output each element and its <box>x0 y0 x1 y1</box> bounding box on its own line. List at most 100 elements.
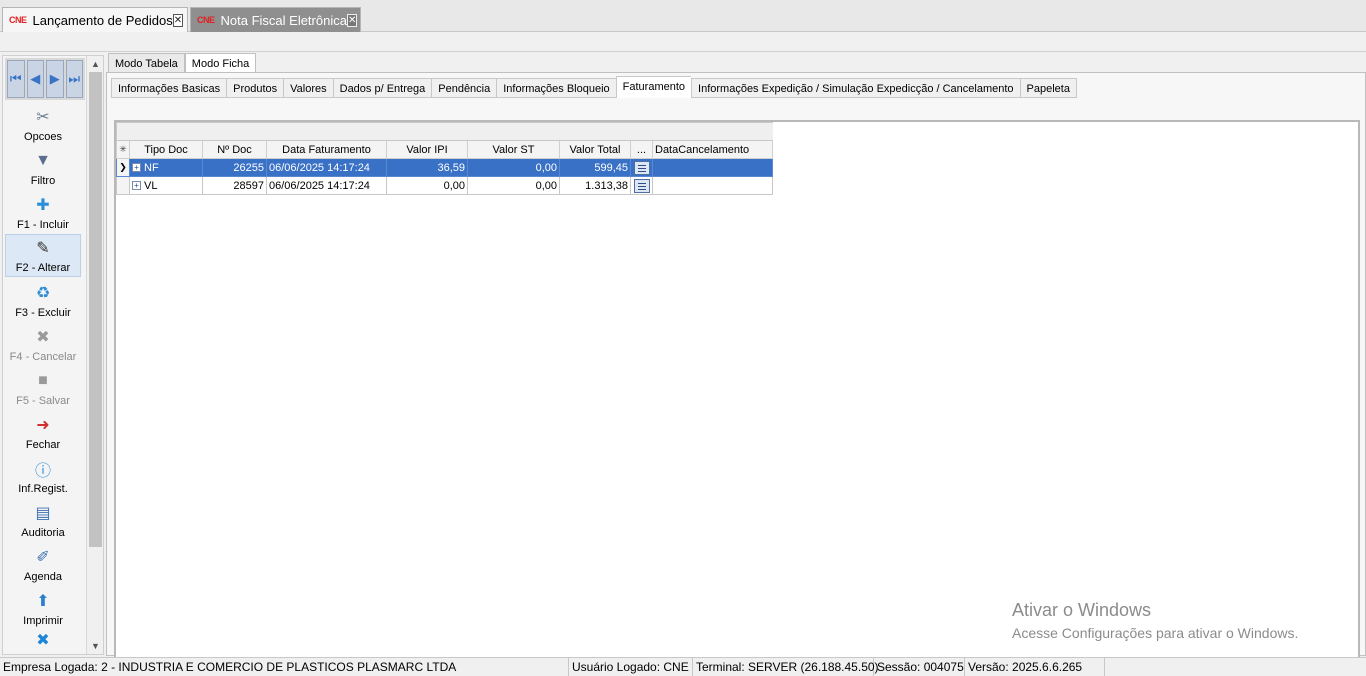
doc-tab-nota-fiscal[interactable]: CNE Nota Fiscal Eletrônica ✕ <box>190 7 361 32</box>
funnel-icon: ▼ <box>35 152 51 169</box>
cell-num-doc[interactable]: 28597 <box>202 176 267 195</box>
windows-activation-watermark: Ativar o Windows Acesse Configurações pa… <box>1012 600 1298 641</box>
cell-valor-ipi[interactable]: 0,00 <box>386 176 468 195</box>
cell-valor-st[interactable]: 0,00 <box>467 176 560 195</box>
table-row[interactable]: ❯ + NF 26255 06/06/2025 14:17:24 36,59 0,… <box>116 158 773 177</box>
salvar-button[interactable]: ■ F5 - Salvar <box>5 366 81 409</box>
cell-valor-total[interactable]: 1.313,38 <box>559 176 631 195</box>
scroll-down-icon[interactable]: ▼ <box>87 638 104 654</box>
group-by-bar[interactable] <box>116 122 773 141</box>
tab-informacoes-expedicao[interactable]: Informações Expedição / Simulação Expedi… <box>691 78 1020 98</box>
cancelar-button[interactable]: ✖ F4 - Cancelar <box>5 322 81 365</box>
mode-tabs: Modo Tabela Modo Ficha <box>108 53 257 73</box>
row-indicator <box>116 176 130 195</box>
next-record-icon[interactable]: ▶ <box>46 60 64 98</box>
cell-valor-total[interactable]: 599,45 <box>559 158 631 177</box>
tab-produtos[interactable]: Produtos <box>226 78 284 98</box>
document-view-icon[interactable] <box>633 178 650 193</box>
cell-data-cancelamento[interactable] <box>652 158 773 177</box>
auditoria-button[interactable]: ▤ Auditoria <box>5 498 81 541</box>
close-icon[interactable]: ✕ <box>346 13 358 27</box>
agenda-button[interactable]: ✐ Agenda <box>5 542 81 585</box>
table-row[interactable]: + VL 28597 06/06/2025 14:17:24 0,00 0,00 … <box>116 176 773 195</box>
exit-icon: ➜ <box>36 417 50 434</box>
expand-icon[interactable]: + <box>132 181 141 191</box>
more-button[interactable]: ✖ <box>5 630 81 654</box>
opcoes-button[interactable]: ✂ Opcoes <box>5 102 81 145</box>
scroll-up-icon[interactable]: ▲ <box>87 56 104 72</box>
cell-data-faturamento[interactable]: 06/06/2025 14:17:24 <box>266 158 387 177</box>
col-header-data-faturamento[interactable]: Data Faturamento <box>266 140 387 159</box>
sub-tabs: Informações Basicas Produtos Valores Dad… <box>111 76 1077 98</box>
info-icon: ⓘ <box>34 463 51 480</box>
tab-valores[interactable]: Valores <box>283 78 333 98</box>
print-icon: ⬆ <box>36 593 50 610</box>
cell-tipo-doc[interactable]: + VL <box>129 176 203 195</box>
status-usuario: Usuário Logado: CNE <box>569 658 693 676</box>
cell-valor-ipi[interactable]: 36,59 <box>386 158 468 177</box>
sidebar-item-label: F1 - Incluir <box>17 219 69 231</box>
cell-data-faturamento[interactable]: 06/06/2025 14:17:24 <box>266 176 387 195</box>
tab-modo-ficha[interactable]: Modo Ficha <box>184 53 257 73</box>
close-icon[interactable]: ✕ <box>172 13 184 27</box>
cell-num-doc[interactable]: 26255 <box>202 158 267 177</box>
incluir-button[interactable]: ✚ F1 - Incluir <box>5 190 81 233</box>
filtro-button[interactable]: ▼ Filtro <box>5 146 81 189</box>
sidebar-item-label: F5 - Salvar <box>16 395 70 407</box>
cne-logo-icon: CNE <box>197 15 215 25</box>
inf-regist-button[interactable]: ⓘ Inf.Regist. <box>5 454 81 497</box>
grid-header-row: ✳ Tipo Doc Nº Doc Data Faturamento Valor… <box>116 140 773 159</box>
previous-record-icon[interactable]: ◀ <box>26 60 44 98</box>
sidebar-item-label: Auditoria <box>21 527 65 539</box>
col-header-data-cancelamento[interactable]: DataCancelamento <box>652 140 773 159</box>
record-navigator: ⏮ ◀ ▶ ⏭ <box>5 58 85 100</box>
cell-actions[interactable] <box>630 176 653 195</box>
last-record-icon[interactable]: ⏭ <box>65 60 83 98</box>
sidebar-item-label: Filtro <box>30 175 56 187</box>
status-bar: Empresa Logada: 2 - INDUSTRIA E COMERCIO… <box>0 657 1366 676</box>
tools-icon: ✂ <box>36 109 50 126</box>
cell-actions[interactable] <box>630 158 653 177</box>
tab-modo-tabela[interactable]: Modo Tabela <box>108 53 185 73</box>
status-versao: Versão: 2025.6.6.265 <box>965 658 1105 676</box>
doc-tab-lancamento-pedidos[interactable]: CNE Lançamento de Pedidos ✕ <box>2 7 188 32</box>
sidebar-item-label: Opcoes <box>24 131 62 143</box>
doc-tab-label: Lançamento de Pedidos <box>32 12 173 28</box>
tab-faturamento[interactable]: Faturamento <box>615 76 692 98</box>
faturamento-grid-frame: ✳ Tipo Doc Nº Doc Data Faturamento Valor… <box>114 120 1360 668</box>
cell-valor-st[interactable]: 0,00 <box>467 158 560 177</box>
col-header-tipo-doc[interactable]: Tipo Doc <box>129 140 203 159</box>
tab-informacoes-bloqueio[interactable]: Informações Bloqueio <box>496 78 616 98</box>
tab-pendencia[interactable]: Pendência <box>431 78 497 98</box>
cne-logo-icon: CNE <box>9 15 27 25</box>
col-header-valor-st[interactable]: Valor ST <box>467 140 560 159</box>
main-area: Modo Tabela Modo Ficha Informações Basic… <box>106 53 1366 668</box>
cell-data-cancelamento[interactable] <box>652 176 773 195</box>
cell-text: NF <box>144 161 159 174</box>
watermark-subtitle: Acesse Configurações para ativar o Windo… <box>1012 625 1299 641</box>
col-header-actions[interactable]: ... <box>630 140 653 159</box>
cell-tipo-doc[interactable]: + NF <box>129 158 203 177</box>
document-tabs: CNE Lançamento de Pedidos ✕ CNE Nota Fis… <box>0 0 1366 32</box>
sidebar-item-label: Inf.Regist. <box>18 483 68 495</box>
sidebar-scrollbar[interactable]: ▲ ▼ <box>86 56 103 654</box>
x-icon: ✖ <box>36 329 50 346</box>
recycle-bin-icon: ♻ <box>35 285 51 302</box>
col-header-num-doc[interactable]: Nº Doc <box>202 140 267 159</box>
grid-indicator-icon[interactable]: ✳ <box>116 140 130 159</box>
alterar-button[interactable]: ✎ F2 - Alterar <box>5 234 81 277</box>
expand-icon[interactable]: + <box>132 163 141 173</box>
excluir-button[interactable]: ♻ F3 - Excluir <box>5 278 81 321</box>
fechar-button[interactable]: ➜ Fechar <box>5 410 81 453</box>
first-record-icon[interactable]: ⏮ <box>7 60 25 98</box>
col-header-valor-total[interactable]: Valor Total <box>559 140 631 159</box>
faturamento-grid: ✳ Tipo Doc Nº Doc Data Faturamento Valor… <box>116 122 773 195</box>
imprimir-button[interactable]: ⬆ Imprimir <box>5 586 81 629</box>
tab-papeleta[interactable]: Papeleta <box>1019 78 1077 98</box>
tab-informacoes-basicas[interactable]: Informações Basicas <box>111 78 227 98</box>
tab-dados-entrega[interactable]: Dados p/ Entrega <box>332 78 432 98</box>
add-document-icon: ✚ <box>36 197 50 214</box>
document-view-icon[interactable] <box>633 160 650 175</box>
scroll-thumb[interactable] <box>89 72 102 547</box>
col-header-valor-ipi[interactable]: Valor IPI <box>386 140 468 159</box>
